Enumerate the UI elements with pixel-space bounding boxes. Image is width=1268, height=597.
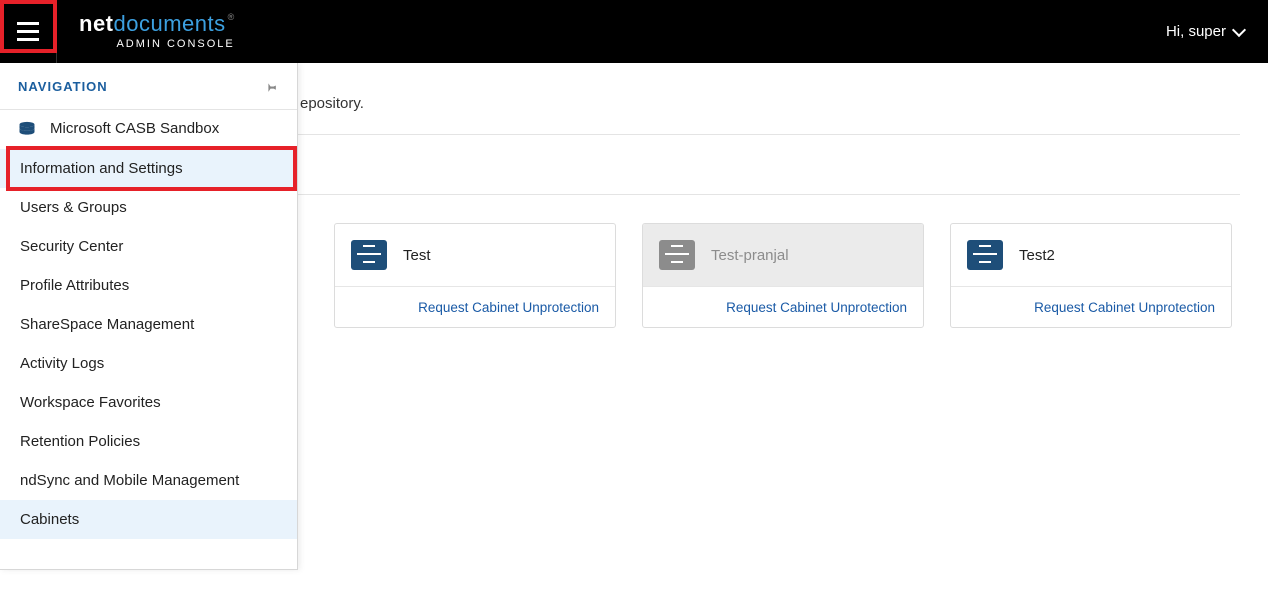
hamburger-icon[interactable] xyxy=(17,22,39,41)
user-menu[interactable]: Hi, super xyxy=(1166,23,1244,40)
brand-reg: ® xyxy=(228,12,235,22)
description-fragment: epository. xyxy=(300,95,364,112)
sidebar-item-profile-attributes[interactable]: Profile Attributes xyxy=(0,266,297,305)
sidebar-item-security-center[interactable]: Security Center xyxy=(0,227,297,266)
brand-net: net xyxy=(79,11,114,36)
cabinet-icon xyxy=(351,240,387,270)
navigation-header: NAVIGATION xyxy=(0,63,297,110)
sidebar-item-sharespace-management[interactable]: ShareSpace Management xyxy=(0,305,297,344)
top-bar: netdocuments® ADMIN CONSOLE Hi, super xyxy=(0,0,1268,63)
cabinet-card[interactable]: Test-pranjal Request Cabinet Unprotection xyxy=(642,223,924,328)
sidebar-item-label: ShareSpace Management xyxy=(20,316,194,333)
sidebar-item-retention-policies[interactable]: Retention Policies xyxy=(0,422,297,461)
request-unprotection-link[interactable]: Request Cabinet Unprotection xyxy=(1034,300,1215,315)
nav-items-list: Information and Settings Users & Groups Se… xyxy=(0,149,297,539)
cabinet-icon xyxy=(659,240,695,270)
cabinet-card-action: Request Cabinet Unprotection xyxy=(643,287,923,327)
sidebar-item-ndsync-and-mobile-management[interactable]: ndSync and Mobile Management xyxy=(0,461,297,500)
cabinet-card-header: Test-pranjal xyxy=(643,224,923,287)
sidebar-item-label: Activity Logs xyxy=(20,355,104,372)
sidebar-item-label: ndSync and Mobile Management xyxy=(20,472,239,489)
chevron-down-icon xyxy=(1232,22,1246,36)
cabinet-card[interactable]: Test Request Cabinet Unprotection xyxy=(334,223,616,328)
cabinet-icon xyxy=(967,240,1003,270)
user-greeting: Hi, super xyxy=(1166,23,1226,40)
content-area: NAVIGATION Microsoft CASB Sandbox Inform… xyxy=(0,63,1268,356)
navigation-title: NAVIGATION xyxy=(18,79,108,94)
sidebar-item-label: Workspace Favorites xyxy=(20,394,161,411)
hamburger-button-container xyxy=(0,0,57,63)
sidebar-item-label: Retention Policies xyxy=(20,433,140,450)
brand-logo: netdocuments® ADMIN CONSOLE xyxy=(79,13,235,50)
cabinet-name: Test2 xyxy=(1019,247,1055,264)
cabinet-name: Test xyxy=(403,247,431,264)
cabinet-card-header: Test xyxy=(335,224,615,287)
sidebar-item-label: Users & Groups xyxy=(20,199,127,216)
sidebar-item-information-and-settings[interactable]: Information and Settings xyxy=(0,149,297,188)
sidebar-item-workspace-favorites[interactable]: Workspace Favorites xyxy=(0,383,297,422)
cabinet-card-action: Request Cabinet Unprotection xyxy=(951,287,1231,327)
sidebar-item-label: Information and Settings xyxy=(20,160,183,177)
brand-subtitle: ADMIN CONSOLE xyxy=(79,39,235,50)
sidebar-item-users-groups[interactable]: Users & Groups xyxy=(0,188,297,227)
cabinet-name: Test-pranjal xyxy=(711,247,789,264)
nav-root-item[interactable]: Microsoft CASB Sandbox xyxy=(0,110,297,149)
navigation-panel: NAVIGATION Microsoft CASB Sandbox Inform… xyxy=(0,63,298,570)
sidebar-item-activity-logs[interactable]: Activity Logs xyxy=(0,344,297,383)
pin-icon[interactable] xyxy=(261,77,279,95)
sidebar-item-label: Security Center xyxy=(20,238,123,255)
brand-docs: documents xyxy=(114,11,226,36)
database-icon xyxy=(18,121,36,137)
sidebar-item-label: Profile Attributes xyxy=(20,277,129,294)
cabinet-card-action: Request Cabinet Unprotection xyxy=(335,287,615,327)
sidebar-item-label: Cabinets xyxy=(20,511,79,528)
cabinet-card[interactable]: Test2 Request Cabinet Unprotection xyxy=(950,223,1232,328)
request-unprotection-link[interactable]: Request Cabinet Unprotection xyxy=(418,300,599,315)
cabinet-card-header: Test2 xyxy=(951,224,1231,287)
sidebar-item-cabinets[interactable]: Cabinets xyxy=(0,500,297,539)
request-unprotection-link[interactable]: Request Cabinet Unprotection xyxy=(726,300,907,315)
nav-root-label: Microsoft CASB Sandbox xyxy=(50,120,219,137)
